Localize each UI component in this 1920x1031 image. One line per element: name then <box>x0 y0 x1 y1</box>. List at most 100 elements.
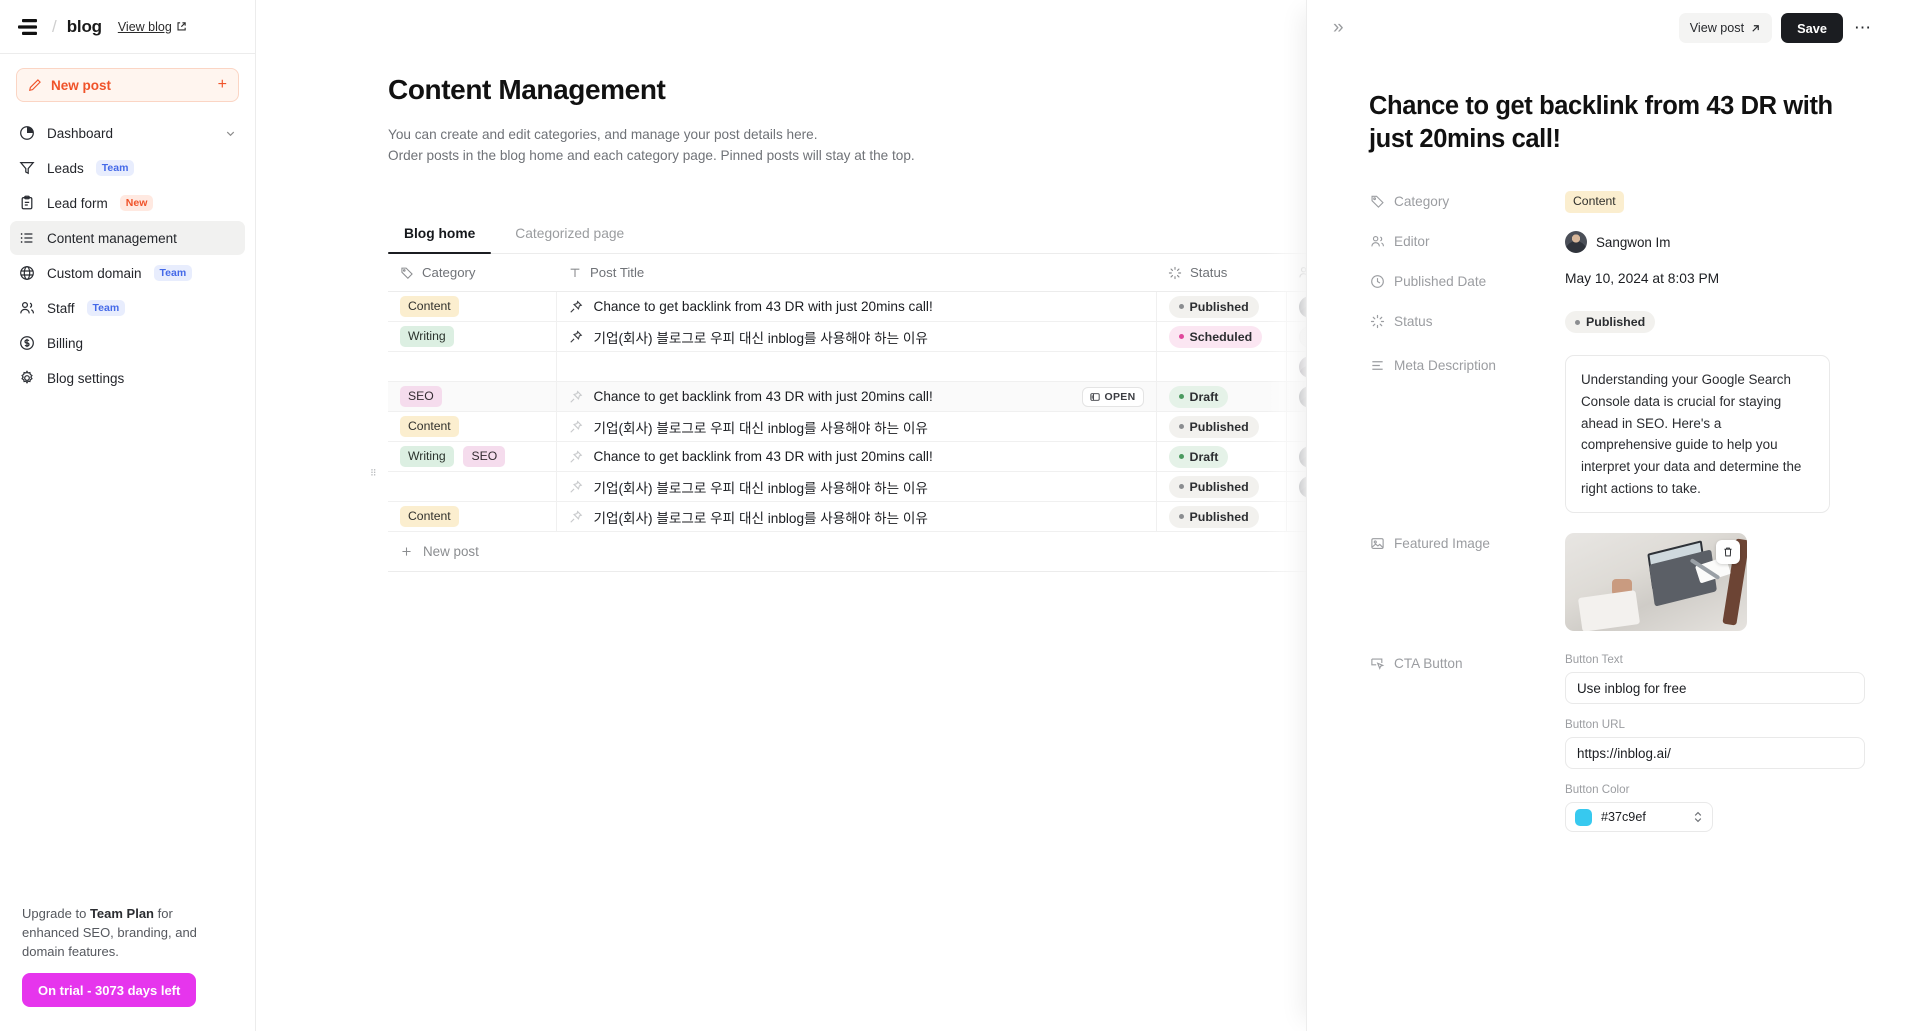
property-value[interactable]: Sangwon Im <box>1565 229 1874 254</box>
view-post-button[interactable]: View post <box>1678 13 1773 43</box>
tab-categorized-page[interactable]: Categorized page <box>499 218 640 253</box>
property-value[interactable]: Published <box>1565 309 1874 334</box>
category-chip[interactable]: Content <box>400 296 459 318</box>
hamburger-logo-icon[interactable] <box>16 14 42 40</box>
sidebar-item-staff[interactable]: Staff Team <box>10 291 245 325</box>
pin-icon[interactable] <box>569 420 583 434</box>
column-header-status[interactable]: Status <box>1156 254 1286 293</box>
view-blog-link[interactable]: View blog <box>118 20 187 34</box>
table-row[interactable]: Content Chance to get backlink from 43 D… <box>388 291 1406 323</box>
save-button[interactable]: Save <box>1781 13 1843 43</box>
tab-blog-home[interactable]: Blog home <box>388 218 492 255</box>
cell-category[interactable]: Content <box>388 291 557 323</box>
breadcrumb-blog-name[interactable]: blog <box>67 17 102 37</box>
chevron-double-right-icon[interactable]: » <box>1333 17 1344 39</box>
category-chip[interactable]: Content <box>1565 191 1624 213</box>
pin-icon[interactable] <box>569 510 583 524</box>
open-post-button[interactable]: OPEN <box>1081 386 1144 407</box>
up-down-chevron-icon[interactable] <box>1693 810 1703 824</box>
view-blog-label: View blog <box>117 19 172 34</box>
image-icon <box>1369 535 1385 551</box>
ellipsis-icon[interactable]: ⋯ <box>1852 18 1874 38</box>
sidebar: / blog View blog New post + Dashboard Le… <box>0 0 256 1031</box>
column-header-category[interactable]: Category <box>388 254 556 293</box>
property-value[interactable]: Content <box>1565 189 1874 213</box>
pin-icon[interactable] <box>569 480 583 494</box>
pin-icon[interactable] <box>569 330 583 344</box>
cell-status[interactable]: Published <box>1156 411 1287 443</box>
cell-status[interactable] <box>1156 351 1287 383</box>
cell-title[interactable]: Chance to get backlink from 43 DR with j… <box>556 291 1157 323</box>
cell-status[interactable]: Draft <box>1156 441 1287 473</box>
cell-title[interactable]: 기업(회사) 블로그로 우피 대신 inblog를 사용해야 하는 이유 <box>556 471 1157 503</box>
meta-description-textarea[interactable]: Understanding your Google Search Console… <box>1565 355 1830 514</box>
cell-category[interactable] <box>388 471 557 503</box>
sidebar-item-label: Leads <box>47 160 84 176</box>
table-row[interactable]: 기업(회사) 블로그로 우피 대신 inblog를 사용해야 하는 이유 Pub… <box>388 471 1406 503</box>
sidebar-item-dashboard[interactable]: Dashboard <box>10 116 245 150</box>
column-header-label: Status <box>1190 265 1228 281</box>
cell-status[interactable]: Published <box>1156 471 1287 503</box>
cell-title[interactable] <box>556 351 1157 383</box>
sidebar-item-custom-domain[interactable]: Custom domain Team <box>10 256 245 290</box>
property-value[interactable]: Understanding your Google Search Console… <box>1565 353 1874 514</box>
table-row[interactable] <box>388 351 1406 383</box>
property-label-text: CTA Button <box>1394 655 1463 671</box>
cell-status[interactable]: Scheduled <box>1156 321 1287 353</box>
cell-category[interactable]: Writing SEO <box>388 441 557 473</box>
sidebar-item-lead-form[interactable]: Lead form New <box>10 186 245 220</box>
sidebar-item-billing[interactable]: Billing <box>10 326 245 360</box>
table-row[interactable]: SEO Chance to get backlink from 43 DR wi… <box>388 381 1406 413</box>
cell-title[interactable]: Chance to get backlink from 43 DR with j… <box>556 441 1157 473</box>
new-post-button[interactable]: New post + <box>16 68 239 102</box>
table-row[interactable]: Content 기업(회사) 블로그로 우피 대신 inblog를 사용해야 하… <box>388 411 1406 443</box>
cell-status[interactable]: Published <box>1156 291 1287 323</box>
property-value[interactable] <box>1565 531 1874 632</box>
pin-icon[interactable] <box>569 300 583 314</box>
property-cta-button: CTA Button Button Text Button URL Button… <box>1369 651 1874 846</box>
sidebar-item-content-management[interactable]: Content management <box>10 221 245 255</box>
sidebar-item-label: Lead form <box>47 195 108 211</box>
table-new-post-row[interactable]: New post <box>388 532 1308 573</box>
button-text-input[interactable] <box>1565 672 1865 705</box>
status-dot <box>1178 454 1184 460</box>
cell-status[interactable]: Published <box>1156 501 1287 533</box>
cell-category[interactable]: SEO <box>388 381 557 413</box>
featured-image-delete-button[interactable] <box>1716 540 1740 565</box>
cell-category[interactable]: Writing <box>388 321 557 353</box>
category-chip[interactable]: Writing <box>400 446 454 468</box>
cell-status[interactable]: Draft <box>1156 381 1287 413</box>
chevron-down-icon[interactable] <box>224 127 237 140</box>
drag-handle-icon[interactable]: ⠿ <box>370 469 378 478</box>
cell-category[interactable]: Content <box>388 411 557 443</box>
featured-image-thumbnail[interactable] <box>1565 533 1747 632</box>
status-badge[interactable]: Published <box>1565 311 1656 334</box>
property-label: Featured Image <box>1369 531 1565 551</box>
category-chip[interactable]: SEO <box>463 446 506 468</box>
category-chip[interactable]: Content <box>400 506 459 528</box>
sidebar-item-blog-settings[interactable]: Blog settings <box>10 361 245 395</box>
status-dot <box>1178 394 1184 400</box>
category-chip[interactable]: SEO <box>400 386 442 408</box>
category-chip[interactable]: Content <box>400 416 459 438</box>
table-row[interactable]: Writing 기업(회사) 블로그로 우피 대신 inblog를 사용해야 하… <box>388 321 1406 353</box>
cell-category[interactable] <box>388 351 557 383</box>
pin-icon[interactable] <box>569 450 583 464</box>
property-label: Status <box>1369 309 1565 329</box>
cell-title[interactable]: 기업(회사) 블로그로 우피 대신 inblog를 사용해야 하는 이유 <box>556 411 1157 443</box>
column-header-post-title[interactable]: Post Title <box>556 254 1156 293</box>
button-url-input[interactable] <box>1565 737 1865 770</box>
trial-status-button[interactable]: On trial - 3073 days left <box>22 973 197 1007</box>
table-row[interactable]: Content 기업(회사) 블로그로 우피 대신 inblog를 사용해야 하… <box>388 501 1406 533</box>
cell-title[interactable]: 기업(회사) 블로그로 우피 대신 inblog를 사용해야 하는 이유 <box>556 321 1157 353</box>
sidebar-item-leads[interactable]: Leads Team <box>10 151 245 185</box>
pin-icon[interactable] <box>569 390 583 404</box>
cell-title[interactable]: Chance to get backlink from 43 DR with j… <box>556 381 1157 413</box>
table-row[interactable]: Writing SEO Chance to get backlink from … <box>388 441 1406 473</box>
cell-title[interactable]: 기업(회사) 블로그로 우피 대신 inblog를 사용해야 하는 이유 <box>556 501 1157 533</box>
column-header-label: Post Title <box>590 265 645 281</box>
category-chip[interactable]: Writing <box>400 326 454 348</box>
cell-category[interactable]: Content <box>388 501 557 533</box>
property-value[interactable]: May 10, 2024 at 8:03 PM <box>1565 269 1874 286</box>
button-color-select[interactable]: #37c9ef <box>1565 802 1713 833</box>
